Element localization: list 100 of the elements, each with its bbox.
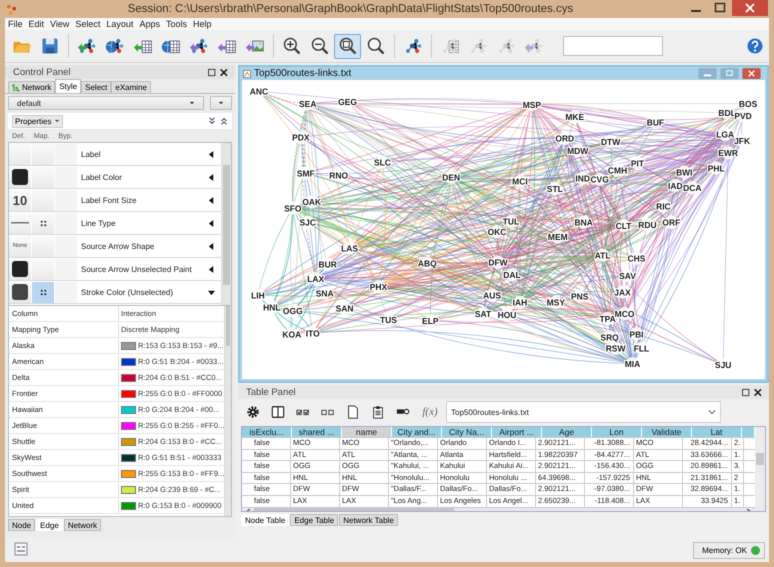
mapping-cell[interactable] bbox=[32, 144, 54, 164]
panel-tab[interactable]: Style bbox=[55, 79, 82, 93]
menu-item[interactable]: Tools bbox=[166, 19, 187, 29]
bypass-cell[interactable] bbox=[55, 212, 77, 234]
panel-tab[interactable]: Select bbox=[81, 81, 112, 93]
panel-title: Control Panel bbox=[13, 66, 71, 78]
airport-node: ORF bbox=[662, 216, 680, 229]
column-header[interactable]: City Na... bbox=[442, 427, 492, 437]
airport-node: CLT bbox=[616, 218, 632, 232]
menu-item[interactable]: File bbox=[8, 19, 23, 29]
airport-node: SAN bbox=[336, 302, 354, 315]
default-value-cell[interactable]: 10 bbox=[9, 190, 31, 210]
search-field[interactable] bbox=[563, 36, 663, 56]
mapping-cell[interactable] bbox=[32, 212, 54, 234]
panel-tab[interactable]: eXamine bbox=[111, 81, 151, 93]
collapsed-arrow-icon[interactable] bbox=[208, 242, 215, 250]
bypass-cell[interactable] bbox=[55, 144, 77, 164]
collapsed-arrow-icon[interactable] bbox=[208, 266, 215, 272]
airport-node: PDX bbox=[292, 130, 310, 144]
bypass-cell[interactable] bbox=[55, 236, 77, 256]
menu-item[interactable]: Help bbox=[192, 19, 212, 29]
mapping-cell[interactable] bbox=[32, 258, 54, 280]
mapping-cell[interactable] bbox=[32, 236, 54, 256]
caret-icon bbox=[189, 101, 195, 105]
default-value-cell[interactable] bbox=[9, 144, 31, 164]
airport-node: TUS bbox=[380, 312, 397, 326]
table-tab[interactable]: Network Table bbox=[339, 514, 398, 526]
airport-node: OAK bbox=[302, 195, 322, 208]
panel-tab[interactable]: Node bbox=[8, 519, 36, 531]
default-value-cell[interactable] bbox=[9, 212, 31, 234]
column-header[interactable]: shared ... bbox=[292, 427, 342, 437]
zoom-in-icon bbox=[282, 36, 302, 56]
airport-node: RNO bbox=[329, 168, 348, 182]
menu-item[interactable]: Select bbox=[75, 19, 100, 29]
column-header[interactable]: City and... bbox=[392, 427, 442, 437]
app-icon bbox=[6, 4, 17, 14]
collapse-all-icon[interactable] bbox=[220, 117, 228, 125]
mapping-cell[interactable] bbox=[32, 166, 54, 188]
expanded-arrow-icon[interactable] bbox=[208, 288, 215, 296]
task-history-button[interactable] bbox=[12, 542, 30, 558]
airport-node: TUL bbox=[502, 214, 520, 228]
expand-all-icon[interactable] bbox=[208, 117, 216, 125]
table-tab[interactable]: Edge Table bbox=[290, 514, 338, 526]
memory-button[interactable]: Memory: OK bbox=[693, 542, 765, 558]
collapsed-arrow-icon[interactable] bbox=[208, 174, 215, 180]
list-icon bbox=[14, 542, 28, 556]
menu-item[interactable]: View bbox=[50, 19, 70, 29]
airport-node: BUF bbox=[646, 115, 664, 129]
table-tab[interactable]: Node Table bbox=[241, 514, 290, 526]
collapsed-arrow-icon[interactable] bbox=[208, 196, 215, 204]
panel-tab[interactable]: Network bbox=[64, 519, 102, 531]
bypass-cell[interactable] bbox=[55, 190, 77, 210]
scrollbar[interactable] bbox=[224, 306, 231, 516]
help-icon bbox=[744, 36, 764, 56]
airport-node: IAD bbox=[668, 178, 683, 192]
column-header[interactable]: Airport ... bbox=[492, 427, 542, 437]
menu-item[interactable]: Layout bbox=[106, 19, 134, 29]
airport-node: SJC bbox=[300, 216, 316, 229]
airport-node: CVG bbox=[590, 172, 609, 186]
panel-tab[interactable]: Network bbox=[8, 81, 56, 93]
airport-node: DCA bbox=[683, 180, 702, 194]
table-dropdown[interactable]: Top500routes-links.txt bbox=[446, 401, 721, 423]
scrollbar[interactable] bbox=[755, 427, 765, 511]
column-header[interactable]: Age bbox=[542, 427, 592, 437]
scrollbar[interactable] bbox=[221, 143, 231, 305]
zoom-fit-button[interactable] bbox=[334, 34, 361, 58]
menu-item[interactable]: Apps bbox=[139, 19, 160, 29]
column-header[interactable]: Lat bbox=[692, 427, 742, 437]
column-header[interactable]: Validate bbox=[642, 427, 692, 437]
properties-dropdown[interactable]: Properties bbox=[12, 114, 64, 128]
bypass-cell[interactable] bbox=[55, 166, 77, 188]
airport-node: KOA bbox=[282, 327, 302, 341]
bypass-cell[interactable] bbox=[55, 258, 77, 280]
bypass-cell[interactable] bbox=[55, 282, 77, 302]
panel-tab[interactable]: Edge bbox=[36, 519, 63, 531]
style-dropdown[interactable]: default bbox=[8, 96, 204, 110]
network-arrow-icon bbox=[76, 36, 96, 56]
font-size-value: 10 bbox=[12, 192, 28, 208]
close-button[interactable] bbox=[742, 68, 761, 79]
collapsed-arrow-icon[interactable] bbox=[208, 220, 215, 226]
column-header[interactable]: name bbox=[342, 427, 392, 437]
column-header[interactable]: Lon bbox=[592, 427, 642, 437]
airport-node: MCI bbox=[512, 174, 528, 188]
window-title: Session: C:\Users\rbrath\Personal\GraphBook\GraphData\FlightStats\Top500routes.cys bbox=[126, 3, 574, 15]
columns-icon bbox=[271, 405, 285, 419]
airport-node: BWI bbox=[676, 166, 693, 179]
save-icon bbox=[40, 36, 60, 56]
column-header[interactable]: isExclu... bbox=[242, 427, 292, 437]
mapping-cell[interactable] bbox=[32, 190, 54, 210]
function-button[interactable]: f(x) bbox=[417, 402, 443, 422]
mapping-cell[interactable] bbox=[32, 282, 54, 302]
close-button[interactable] bbox=[732, 0, 768, 16]
menu-item[interactable]: Edit bbox=[28, 19, 44, 29]
panel-window-controls-icon[interactable] bbox=[741, 388, 763, 396]
network-arrow-icon bbox=[524, 36, 544, 56]
airport-node: PBI bbox=[629, 327, 644, 341]
collapsed-arrow-icon[interactable] bbox=[208, 150, 215, 158]
caret-icon bbox=[54, 119, 60, 123]
panel-window-controls-icon[interactable] bbox=[207, 68, 229, 76]
globe-network-icon bbox=[104, 36, 124, 56]
